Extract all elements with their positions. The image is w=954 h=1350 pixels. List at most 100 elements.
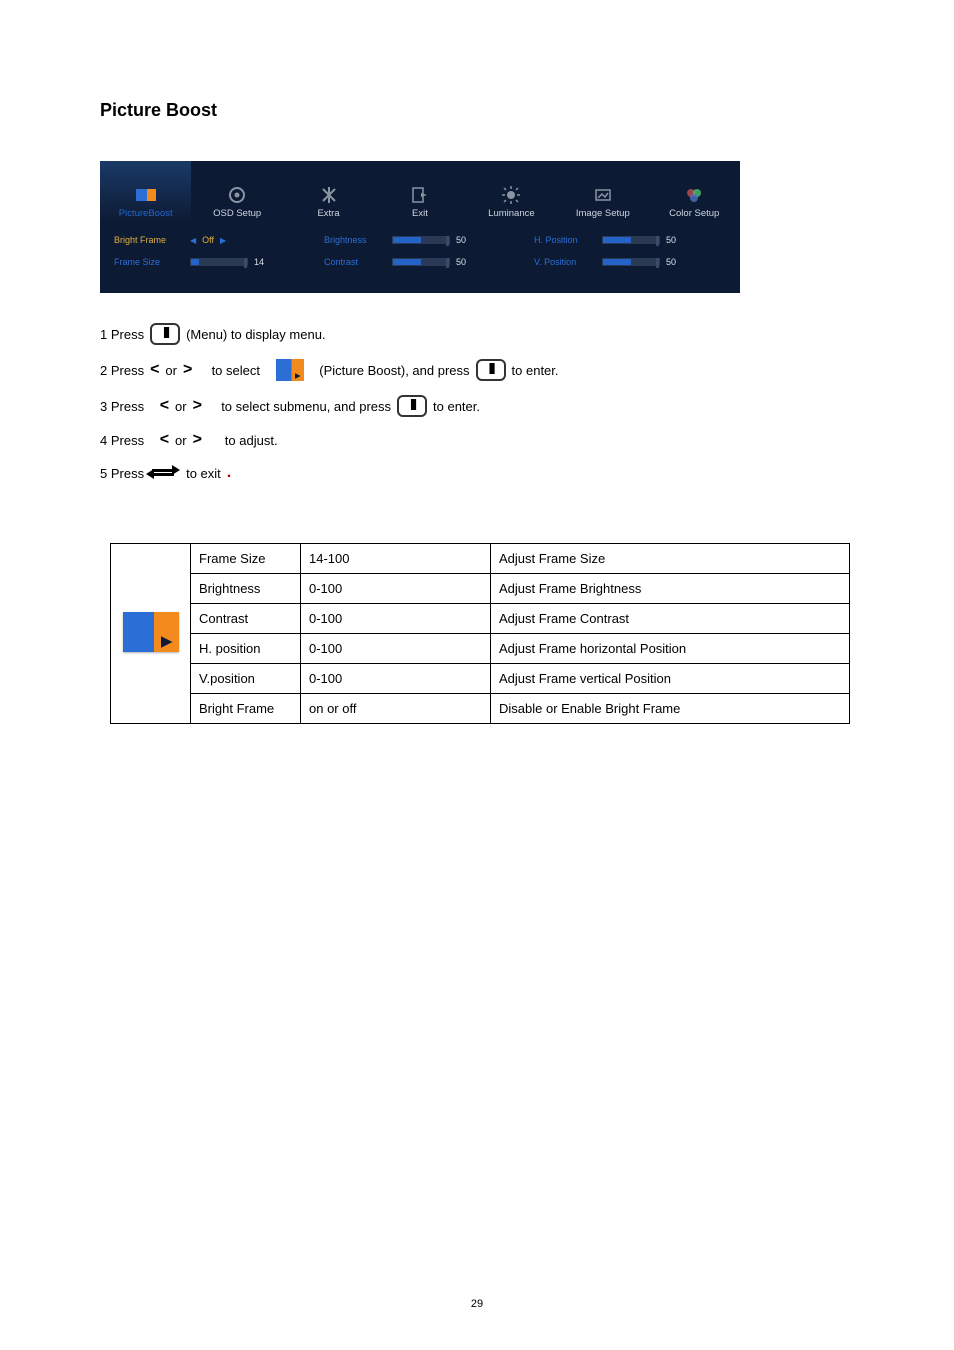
table-row: V.position 0-100 Adjust Frame vertical P…	[111, 664, 850, 694]
step-text: 3 Press	[100, 399, 144, 414]
osd-body: Bright Frame ◀ Off ▶ Frame Size 14 Brigh…	[100, 223, 740, 293]
osd-slider	[392, 258, 450, 266]
param-desc: Adjust Frame Brightness	[491, 574, 850, 604]
osd-tab-imagesetup: Image Setup	[557, 161, 648, 223]
param-desc: Adjust Frame Size	[491, 544, 850, 574]
left-arrow-icon: ◀	[190, 236, 196, 245]
osd-slider	[392, 236, 450, 244]
osd-framesize-label: Frame Size	[114, 257, 184, 267]
osd-contrast-label: Contrast	[324, 257, 386, 267]
step-1: 1 Press III (Menu) to display menu.	[100, 323, 854, 345]
table-icon-cell	[111, 544, 191, 724]
osd-tab-label: Luminance	[488, 208, 534, 219]
menu-button-icon: III	[476, 359, 506, 381]
step-3: 3 Press < or > to select submenu, and pr…	[100, 395, 854, 417]
table-row: Brightness 0-100 Adjust Frame Brightness	[111, 574, 850, 604]
osd-vpos-label: V. Position	[534, 257, 596, 267]
pictureboost-icon	[136, 185, 156, 205]
param-name: V.position	[191, 664, 301, 694]
param-range: on or off	[301, 694, 491, 724]
param-name: Frame Size	[191, 544, 301, 574]
exit-icon	[410, 185, 430, 205]
osd-slider	[602, 236, 660, 244]
osd-tab-colorsetup: Color Setup	[649, 161, 740, 223]
less-than-icon: <	[150, 361, 159, 379]
step-2: 2 Press < or > to select (Picture Boost)…	[100, 359, 854, 381]
table-row: Contrast 0-100 Adjust Frame Contrast	[111, 604, 850, 634]
step-text: to exit	[186, 466, 221, 481]
osd-brightframe-label: Bright Frame	[114, 235, 184, 245]
step-text: or	[165, 363, 177, 378]
osd-hpos-label: H. Position	[534, 235, 596, 245]
step-text: to adjust.	[225, 433, 278, 448]
osd-tab-label: Image Setup	[576, 208, 630, 219]
step-text: (Picture Boost), and press	[319, 363, 469, 378]
exit-button-icon	[150, 463, 180, 483]
param-name: Brightness	[191, 574, 301, 604]
osd-tab-label: Extra	[317, 208, 339, 219]
step-text: or	[175, 399, 187, 414]
gear-icon	[227, 185, 247, 205]
param-desc: Adjust Frame horizontal Position	[491, 634, 850, 664]
param-range: 0-100	[301, 664, 491, 694]
less-than-icon: <	[160, 397, 169, 415]
osd-brightframe-value: Off	[202, 235, 214, 245]
greater-than-icon: >	[193, 431, 202, 449]
greater-than-icon: >	[193, 397, 202, 415]
osd-tab-label: OSD Setup	[213, 208, 261, 219]
right-arrow-icon: ▶	[220, 236, 226, 245]
less-than-icon: <	[160, 431, 169, 449]
osd-contrast-value: 50	[456, 257, 466, 267]
osd-tab-extra: Extra	[283, 161, 374, 223]
param-name: Bright Frame	[191, 694, 301, 724]
param-range: 14-100	[301, 544, 491, 574]
step-text: to enter.	[433, 399, 480, 414]
osd-tab-label: Color Setup	[669, 208, 719, 219]
colorsetup-icon	[684, 185, 704, 205]
osd-screenshot: PictureBoost OSD Setup Extra Exit Lumina…	[100, 161, 740, 293]
osd-hpos-value: 50	[666, 235, 676, 245]
param-range: 0-100	[301, 604, 491, 634]
table-row: H. position 0-100 Adjust Frame horizonta…	[111, 634, 850, 664]
pictureboost-icon	[123, 612, 179, 652]
step-text: 1 Press	[100, 327, 144, 342]
osd-tab-label: Exit	[412, 208, 428, 219]
table-row: Frame Size 14-100 Adjust Frame Size	[111, 544, 850, 574]
period: .	[227, 464, 231, 482]
osd-brightness-value: 50	[456, 235, 466, 245]
step-text: 2 Press	[100, 363, 144, 378]
extra-icon	[319, 185, 339, 205]
pictureboost-icon	[276, 359, 304, 381]
imagesetup-icon	[593, 185, 613, 205]
param-desc: Disable or Enable Bright Frame	[491, 694, 850, 724]
menu-button-icon: III	[150, 323, 180, 345]
instruction-steps: 1 Press III (Menu) to display menu. 2 Pr…	[100, 323, 854, 483]
step-text: or	[175, 433, 187, 448]
osd-tab-exit: Exit	[374, 161, 465, 223]
param-name: H. position	[191, 634, 301, 664]
osd-slider	[190, 258, 248, 266]
osd-framesize-value: 14	[254, 257, 264, 267]
step-text: to select submenu, and press	[221, 399, 391, 414]
parameters-table: Frame Size 14-100 Adjust Frame Size Brig…	[110, 543, 850, 724]
step-text: 4 Press	[100, 433, 144, 448]
osd-slider	[602, 258, 660, 266]
param-range: 0-100	[301, 574, 491, 604]
osd-tab-luminance: Luminance	[466, 161, 557, 223]
osd-tab-strip: PictureBoost OSD Setup Extra Exit Lumina…	[100, 161, 740, 223]
step-text: (Menu) to display menu.	[186, 327, 325, 342]
table-row: Bright Frame on or off Disable or Enable…	[111, 694, 850, 724]
osd-vpos-value: 50	[666, 257, 676, 267]
param-desc: Adjust Frame vertical Position	[491, 664, 850, 694]
page-number: 29	[0, 1298, 954, 1310]
luminance-icon	[501, 185, 521, 205]
step-text: 5 Press	[100, 466, 144, 481]
param-name: Contrast	[191, 604, 301, 634]
step-5: 5 Press to exit.	[100, 463, 854, 483]
param-desc: Adjust Frame Contrast	[491, 604, 850, 634]
osd-tab-label: PictureBoost	[119, 208, 173, 219]
step-4: 4 Press < or > to adjust.	[100, 431, 854, 449]
osd-tab-osdsetup: OSD Setup	[191, 161, 282, 223]
osd-tab-pictureboost: PictureBoost	[100, 161, 191, 223]
greater-than-icon: >	[183, 361, 192, 379]
